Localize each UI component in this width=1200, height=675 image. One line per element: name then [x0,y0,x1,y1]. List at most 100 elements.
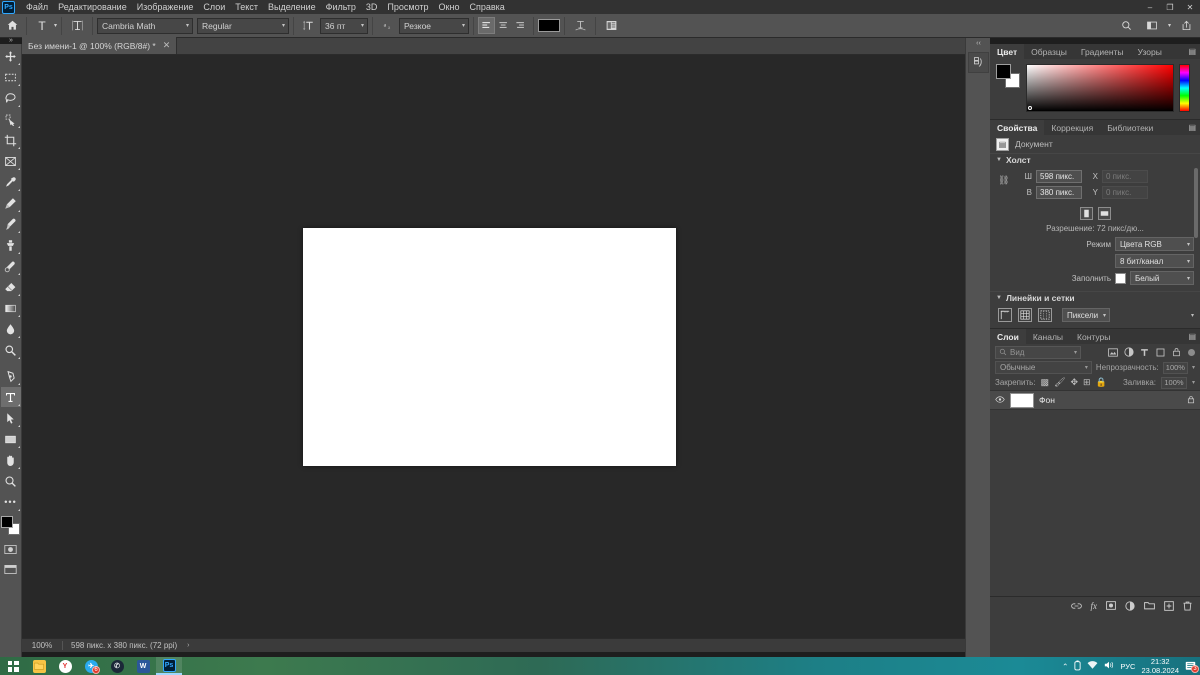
menu-image[interactable]: Изображение [132,0,199,14]
link-layers-icon[interactable] [1070,602,1082,610]
tab-libraries[interactable]: Библиотеки [1100,120,1161,135]
tab-properties[interactable]: Свойства [990,120,1045,135]
font-size-select[interactable]: 36 пт ▾ [320,17,369,34]
fill-input[interactable]: 100% [1160,376,1187,389]
menu-filter[interactable]: Фильтр [321,0,361,14]
width-input[interactable]: 598 пикс. [1036,170,1082,183]
yandex-browser-button[interactable]: Y [52,657,78,675]
lock-artboard-icon[interactable]: ⊞ [1083,377,1091,388]
quick-mask-icon[interactable] [1,541,21,557]
smart-object-filter-icon[interactable] [1170,346,1183,359]
layer-style-icon[interactable]: fx [1091,601,1098,611]
align-center-icon[interactable] [495,17,512,34]
warp-text-icon[interactable] [569,16,591,36]
delete-layer-icon[interactable] [1183,601,1192,611]
pen-tool[interactable] [1,366,21,386]
menu-text[interactable]: Текст [230,0,263,14]
menu-edit[interactable]: Редактирование [53,0,132,14]
text-orientation-icon[interactable] [66,16,88,36]
menu-select[interactable]: Выделение [263,0,321,14]
lock-image-icon[interactable]: 🖌 [1054,377,1065,388]
foreground-color-swatch[interactable] [0,516,13,528]
toolbar-collapse-button[interactable]: » [0,36,22,44]
color-panel-swatches[interactable] [996,64,1020,88]
collapse-caret-icon[interactable]: ▾ [1191,312,1194,319]
canvas-area[interactable] [22,55,965,638]
steam-button[interactable]: ✆ [104,657,130,675]
photoshop-button[interactable]: Ps [156,657,182,675]
font-style-select[interactable]: Regular ▾ [197,17,290,34]
font-family-select[interactable]: Cambria Math ▾ [97,17,194,34]
rulers-icon[interactable] [998,308,1012,322]
properties-scrollbar[interactable] [1194,120,1199,328]
network-icon[interactable] [1087,660,1098,672]
share-icon[interactable] [1176,16,1196,36]
menu-view[interactable]: Просмотр [382,0,433,14]
tab-adjustments[interactable]: Коррекция [1044,120,1101,135]
blur-tool[interactable] [1,319,21,339]
language-indicator[interactable]: РУС [1120,662,1135,671]
rulers-section-header[interactable]: ▼ Линейки и сетки [990,291,1200,304]
align-left-icon[interactable] [478,17,496,34]
eye-icon[interactable] [995,395,1005,405]
clock[interactable]: 21:32 23.08.2024 [1141,657,1179,675]
chevron-down-icon[interactable]: ▾ [1192,364,1195,371]
opacity-input[interactable]: 100% [1162,361,1188,374]
tab-layers[interactable]: Слои [990,329,1026,344]
telegram-button[interactable]: ✈ 6 [78,657,104,675]
workspace-icon[interactable] [1142,16,1162,36]
path-selection-tool[interactable] [1,408,21,428]
layer-thumbnail[interactable] [1010,392,1034,408]
x-input[interactable]: 0 пикс. [1102,170,1148,183]
color-field[interactable] [1026,64,1174,112]
chevron-down-icon[interactable]: ▾ [54,22,57,29]
history-brush-tool[interactable] [1,256,21,276]
history-panel-icon[interactable] [967,52,989,73]
anti-alias-select[interactable]: Резкое ▾ [399,17,470,34]
lock-transparency-icon[interactable]: ▩ [1041,377,1050,388]
filter-toggle[interactable] [1188,348,1195,356]
menu-3d[interactable]: 3D [361,0,383,14]
pixel-filter-icon[interactable] [1106,346,1119,359]
lock-icon[interactable] [1187,395,1195,406]
frame-tool[interactable] [1,151,21,171]
close-button[interactable]: ✕ [1180,0,1200,14]
new-group-icon[interactable] [1144,601,1155,610]
battery-icon[interactable] [1074,660,1081,673]
fill-select[interactable]: Белый ▾ [1130,271,1194,285]
layer-name[interactable]: Фон [1039,395,1182,405]
hand-tool[interactable] [1,450,21,470]
panel-menu-icon[interactable]: ▤ [1188,47,1196,56]
rectangle-tool[interactable] [1,429,21,449]
fill-color-swatch[interactable] [1115,272,1126,284]
blend-mode-select[interactable]: Обычные ▾ [995,361,1092,374]
menu-window[interactable]: Окно [434,0,465,14]
document-canvas[interactable] [303,228,676,466]
lock-all-icon[interactable]: 🔒 [1096,377,1107,388]
adjustment-filter-icon[interactable] [1122,346,1135,359]
align-right-icon[interactable] [512,17,529,34]
color-field-marker[interactable] [1028,106,1032,110]
layer-mask-icon[interactable] [1106,601,1116,610]
resolution-label[interactable]: Разрешение: 72 пикс/дю... [990,222,1200,237]
menu-file[interactable]: Файл [21,0,53,14]
maximize-button[interactable]: ❐ [1160,0,1180,14]
guides-icon[interactable] [1038,308,1052,322]
hue-slider[interactable] [1179,64,1190,112]
bit-depth-select[interactable]: 8 бит/канал ▾ [1115,254,1194,268]
portrait-orientation-icon[interactable] [1079,207,1093,220]
document-tab[interactable]: Без имени-1 @ 100% (RGB/8#) * ✕ [22,37,178,54]
gradient-tool[interactable] [1,298,21,318]
grid-icon[interactable] [1018,308,1032,322]
zoom-level[interactable]: 100% [22,641,62,650]
edit-toolbar-button[interactable]: ••• [1,492,21,512]
chevron-down-icon[interactable]: ▾ [1168,22,1171,29]
layer-row[interactable]: Фон [990,390,1200,410]
shape-filter-icon[interactable] [1154,346,1167,359]
mode-select[interactable]: Цвета RGB ▾ [1115,237,1194,251]
minimize-button[interactable]: ‒ [1140,0,1160,14]
type-tool-icon[interactable]: T [31,16,53,36]
landscape-orientation-icon[interactable] [1097,207,1111,220]
panel-menu-icon[interactable]: ▤ [1188,332,1196,341]
zoom-tool[interactable] [1,471,21,491]
